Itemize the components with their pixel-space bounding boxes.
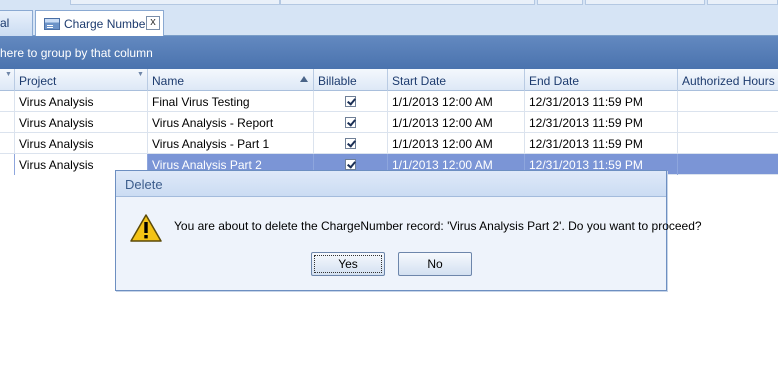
column-header-project[interactable]: Project ▼ (15, 69, 148, 91)
top-toolbar-segment (280, 0, 535, 5)
cell-end-date: 12/31/2013 11:59 PM (525, 91, 678, 112)
tab-charge-number-label: Charge Number (64, 17, 150, 31)
cell-project: Virus Analysis (15, 91, 148, 112)
warning-icon (130, 214, 162, 242)
cell-name: Virus Analysis - Part 1 (148, 133, 314, 154)
cell-billable (314, 112, 388, 133)
top-toolbar-segment (70, 0, 280, 5)
column-header-billable[interactable]: Billable (314, 69, 388, 91)
billable-checkbox[interactable] (345, 159, 356, 170)
column-header-start-date-label: Start Date (392, 74, 447, 88)
column-header-name-label: Name (152, 74, 185, 88)
cell-authorized-hours (678, 91, 778, 112)
cell-name: Final Virus Testing (148, 91, 314, 112)
cell-billable (314, 91, 388, 112)
row-indicator (0, 91, 15, 112)
top-toolbar-segment (537, 0, 583, 5)
column-header-end-date[interactable]: End Date (525, 69, 678, 91)
dialog-title[interactable]: Delete (116, 171, 666, 197)
top-toolbar-segment (707, 0, 778, 5)
cell-start-date: 1/1/2013 12:00 AM (388, 133, 525, 154)
cell-start-date: 1/1/2013 12:00 AM (388, 112, 525, 133)
column-header-project-label: Project (19, 74, 57, 88)
column-header-name[interactable]: Name (148, 69, 314, 91)
table-row[interactable]: Virus Analysis Virus Analysis - Report 1… (0, 112, 778, 133)
filter-icon[interactable]: ▼ (137, 71, 144, 78)
tab-charge-number[interactable]: Charge Number x (35, 10, 164, 37)
group-by-hint: here to group by that column (0, 46, 153, 60)
cell-authorized-hours (678, 112, 778, 133)
column-header-end-date-label: End Date (529, 74, 580, 88)
sort-ascending-icon (300, 76, 308, 82)
tab-previous[interactable]: al (0, 10, 33, 36)
cell-billable (314, 133, 388, 154)
column-header-billable-label: Billable (318, 74, 357, 88)
filter-icon[interactable]: ▼ (5, 71, 12, 78)
dialog-message: You are about to delete the ChargeNumber… (174, 219, 702, 233)
row-indicator (0, 112, 15, 133)
close-tab-button[interactable]: x (146, 16, 160, 30)
delete-confirm-dialog: Delete You are about to delete the Charg… (115, 170, 702, 291)
table-row[interactable]: Virus Analysis Virus Analysis - Part 1 1… (0, 133, 778, 154)
column-header-start-date[interactable]: Start Date (388, 69, 525, 91)
group-by-panel[interactable]: here to group by that column (0, 36, 778, 69)
table-row[interactable]: Virus Analysis Final Virus Testing 1/1/2… (0, 91, 778, 112)
billable-checkbox[interactable] (345, 96, 356, 107)
grid-header: ▼ Project ▼ Name Billable Start Date End… (0, 69, 778, 91)
column-header-authorized-hours[interactable]: Authorized Hours (678, 69, 778, 91)
row-indicator (0, 154, 15, 175)
yes-button[interactable]: Yes (311, 252, 385, 276)
grid-form-icon (44, 18, 60, 30)
app-window: al Charge Number x here to group by that… (0, 0, 778, 376)
tab-strip: al Charge Number x (0, 0, 778, 37)
column-header-authorized-hours-label: Authorized Hours (682, 74, 775, 88)
tab-previous-label: al (0, 16, 10, 30)
cell-start-date: 1/1/2013 12:00 AM (388, 91, 525, 112)
no-button[interactable]: No (398, 252, 472, 276)
column-header-indicator[interactable]: ▼ (0, 69, 15, 91)
top-toolbar-segment (585, 0, 705, 5)
cell-name: Virus Analysis - Report (148, 112, 314, 133)
charge-number-grid: ▼ Project ▼ Name Billable Start Date End… (0, 69, 778, 175)
cell-end-date: 12/31/2013 11:59 PM (525, 112, 678, 133)
billable-checkbox[interactable] (345, 117, 356, 128)
cell-authorized-hours (678, 133, 778, 154)
cell-authorized-hours (678, 154, 778, 175)
billable-checkbox[interactable] (345, 138, 356, 149)
cell-project: Virus Analysis (15, 133, 148, 154)
cell-end-date: 12/31/2013 11:59 PM (525, 133, 678, 154)
row-indicator (0, 133, 15, 154)
cell-project: Virus Analysis (15, 112, 148, 133)
